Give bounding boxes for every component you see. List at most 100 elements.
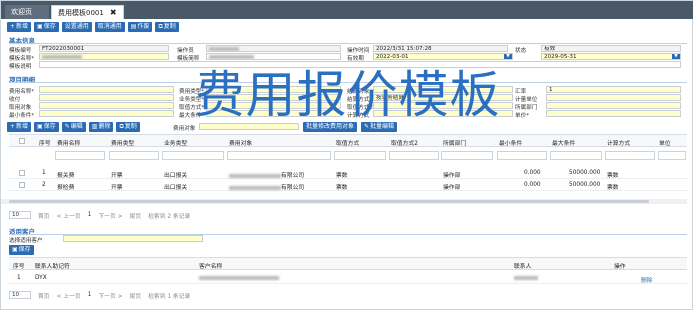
delete-link[interactable]: 删除 bbox=[641, 275, 653, 284]
max-cond-field[interactable] bbox=[206, 110, 341, 117]
table-row[interactable]: 2 报检费 开票 出口报关 有限公司 票数 操作部 0.000 50000.00… bbox=[9, 179, 687, 191]
unit-field[interactable] bbox=[546, 94, 681, 101]
batch-modify-button[interactable]: 批量修改费用对象 bbox=[303, 122, 358, 132]
select-customer-field[interactable] bbox=[63, 235, 203, 242]
calc-method-field[interactable] bbox=[206, 102, 341, 109]
void-button[interactable]: ▤ 作废 bbox=[127, 22, 153, 32]
col-header[interactable]: 操作 bbox=[614, 261, 626, 270]
rate-field[interactable]: 1 bbox=[546, 86, 681, 93]
fee-obj-field[interactable] bbox=[39, 102, 174, 109]
item-save-button[interactable]: ▣ 保存 bbox=[34, 122, 59, 132]
item-copy-button[interactable]: ⧉ 复制 bbox=[116, 122, 140, 132]
filter-input[interactable] bbox=[658, 151, 686, 160]
col-header[interactable]: 所属部门 bbox=[443, 138, 466, 147]
col-header[interactable]: 联系人助记符 bbox=[35, 261, 70, 270]
currency-field[interactable] bbox=[39, 94, 174, 101]
rate-label: 汇率 bbox=[515, 89, 527, 95]
fee-name-field[interactable] bbox=[39, 86, 174, 93]
row-checkbox[interactable] bbox=[19, 170, 25, 176]
unit-price-field[interactable] bbox=[546, 110, 681, 117]
record-count: 检索到 2 条记录 bbox=[148, 213, 191, 220]
filter-input[interactable] bbox=[334, 151, 386, 160]
filter-input[interactable] bbox=[550, 151, 602, 160]
biz-type-field[interactable] bbox=[206, 94, 341, 101]
tab-welcome[interactable]: 欢迎页 bbox=[5, 5, 49, 19]
filter-input[interactable] bbox=[497, 151, 547, 160]
filter-input[interactable] bbox=[441, 151, 493, 160]
filter-input[interactable] bbox=[55, 151, 105, 160]
add-button[interactable]: + 新增 bbox=[7, 22, 32, 32]
tab-bar: 欢迎页 费用模板0001 ✖ bbox=[1, 1, 693, 19]
last-page-link[interactable]: 尾页 bbox=[130, 291, 142, 300]
filter-input[interactable] bbox=[109, 151, 159, 160]
valid-from-field[interactable]: 2022-03-01 ▼ bbox=[373, 53, 513, 60]
select-customer-label: 选择适用客户 bbox=[9, 238, 43, 244]
col-header[interactable]: 取值方式2 bbox=[391, 138, 418, 147]
calendar-icon[interactable]: ▼ bbox=[672, 54, 680, 59]
save-label: 保存 bbox=[43, 23, 56, 30]
item-add-button[interactable]: + 新增 bbox=[7, 122, 32, 132]
scrollbar-thumb[interactable] bbox=[9, 200, 649, 203]
first-page-link[interactable]: 首页 bbox=[38, 291, 50, 300]
max-cond-label: 最大条件* bbox=[179, 113, 205, 119]
tab-fee-template[interactable]: 费用模板0001 ✖ bbox=[51, 5, 124, 19]
min-cond-field[interactable] bbox=[39, 110, 174, 117]
filter-input[interactable] bbox=[227, 151, 331, 160]
table-row[interactable]: 1 报关费 开票 出口报关 有限公司 票数 操作部 0.000 50000.00… bbox=[9, 167, 687, 179]
template-name-field[interactable] bbox=[39, 53, 169, 60]
col-header[interactable]: 联系人 bbox=[514, 261, 531, 270]
table-row[interactable]: 1 DYX 删除 bbox=[9, 272, 687, 284]
last-page-link[interactable]: 尾页 bbox=[130, 211, 142, 220]
page-size-select[interactable]: 10 bbox=[9, 211, 31, 219]
remark-field[interactable] bbox=[39, 61, 681, 68]
filter-input[interactable] bbox=[389, 151, 439, 160]
copy-button[interactable]: ⧉ 复制 bbox=[155, 22, 179, 32]
fee-type-field[interactable] bbox=[206, 86, 341, 93]
select-all-checkbox[interactable] bbox=[19, 138, 25, 144]
save-button[interactable]: ▣ 保存 bbox=[34, 22, 59, 32]
main-toolbar: + 新增 ▣ 保存 设置通用 取消通用 ▤ 作废 ⧉ 复制 bbox=[7, 22, 179, 32]
horizontal-scrollbar[interactable] bbox=[1, 199, 687, 204]
col-header[interactable]: 序号 bbox=[39, 138, 51, 147]
prev-page-link[interactable]: < 上一页 bbox=[57, 291, 81, 300]
batch-edit-button[interactable]: ✎ 批量编辑 bbox=[361, 122, 398, 132]
col-header[interactable]: 费用类型 bbox=[111, 138, 134, 147]
cancel-common-button[interactable]: 取消通用 bbox=[94, 22, 125, 32]
template-no-label: 模板编号 bbox=[9, 48, 32, 54]
prev-page-link[interactable]: < 上一页 bbox=[57, 211, 81, 220]
page-size-select[interactable]: 10 bbox=[9, 291, 31, 299]
col-header[interactable]: 客户名称 bbox=[199, 261, 222, 270]
next-page-link[interactable]: 下一页 > bbox=[98, 291, 122, 300]
dept-field[interactable] bbox=[546, 102, 681, 109]
col-header[interactable]: 费用名称 bbox=[57, 138, 80, 147]
next-page-link[interactable]: 下一页 > bbox=[98, 211, 122, 220]
col-header[interactable]: 费用对象 bbox=[229, 138, 252, 147]
col-header[interactable]: 最小条件 bbox=[499, 138, 522, 147]
close-icon[interactable]: ✖ bbox=[110, 6, 117, 20]
calendar-icon[interactable]: ▼ bbox=[504, 54, 512, 59]
col-header[interactable]: 最大条件 bbox=[552, 138, 575, 147]
valid-to-field[interactable]: 2029-05-31 ▼ bbox=[541, 53, 681, 60]
col-header[interactable]: 计算方式 bbox=[607, 138, 630, 147]
filter-input[interactable] bbox=[605, 151, 655, 160]
item-delete-button[interactable]: ▥ 删除 bbox=[88, 122, 114, 132]
row-checkbox[interactable] bbox=[19, 182, 25, 188]
set-common-button[interactable]: 设置通用 bbox=[61, 22, 92, 32]
current-page: 1 bbox=[87, 212, 92, 218]
fee-obj-filter-field[interactable] bbox=[199, 123, 299, 130]
calc-way-label: 计算方式 bbox=[347, 113, 370, 119]
col-header[interactable]: 单位 bbox=[659, 138, 671, 147]
first-page-link[interactable]: 首页 bbox=[38, 211, 50, 220]
billing-obj-field[interactable] bbox=[373, 86, 513, 93]
col-header[interactable]: 业务类型 bbox=[164, 138, 187, 147]
divider bbox=[9, 82, 687, 83]
calc-way-field[interactable] bbox=[373, 110, 513, 117]
customer-save-button[interactable]: ▣ 保存 bbox=[9, 245, 34, 255]
payment-field[interactable]: 按业务结算 bbox=[373, 94, 513, 101]
calc-method2-field[interactable] bbox=[373, 102, 513, 109]
short-name-field[interactable] bbox=[206, 53, 341, 60]
item-edit-button[interactable]: ✎ 编辑 bbox=[61, 122, 86, 132]
col-header[interactable]: 序号 bbox=[13, 261, 25, 270]
col-header[interactable]: 取值方式 bbox=[336, 138, 359, 147]
filter-input[interactable] bbox=[162, 151, 224, 160]
